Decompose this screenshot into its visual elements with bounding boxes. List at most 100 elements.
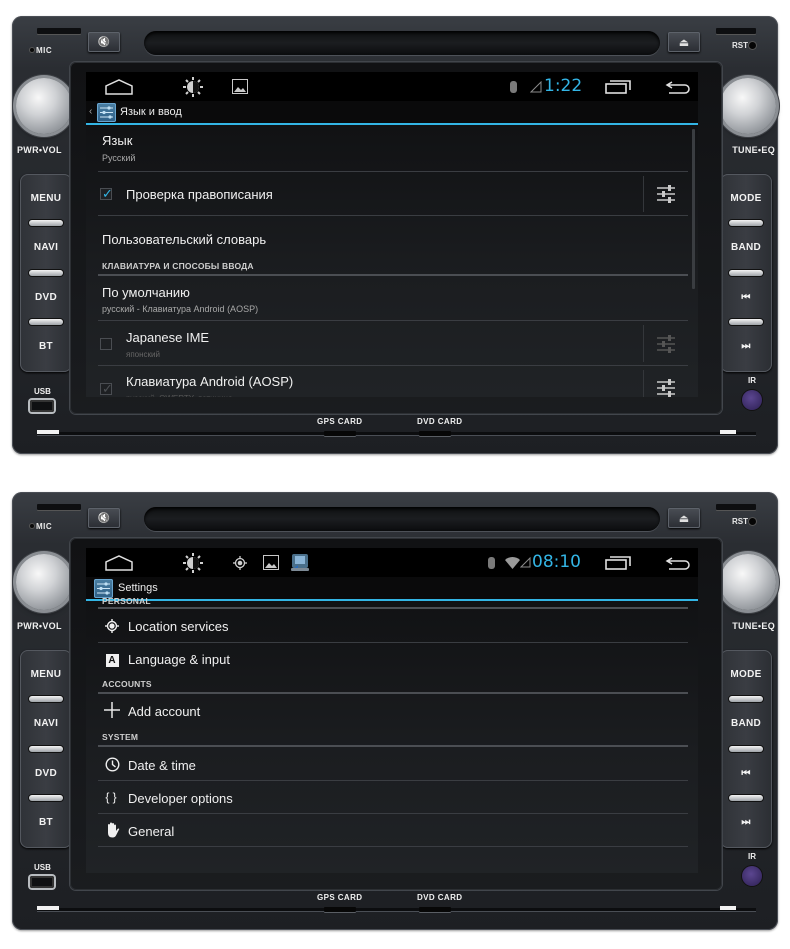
settings-item-language[interactable]: A Language & input [98,643,688,676]
navi-button[interactable]: NAVI [20,223,72,272]
mic-hole [30,524,34,528]
brightness-icon[interactable] [182,76,204,97]
recent-apps-icon[interactable] [604,76,632,97]
mode-button[interactable]: MODE [720,650,772,699]
category-header: PERSONAL [98,596,688,609]
tune-settings-icon[interactable] [656,185,676,203]
aosp-keyboard-checkbox[interactable]: ✓ [100,381,113,396]
knob-label: PWR•VOL [17,145,62,155]
menu-button[interactable]: MENU [20,650,72,699]
eject-button[interactable]: ⏏ [668,508,700,528]
pref-spellcheck[interactable]: ✓ Проверка правописания [98,172,688,216]
tune-eq-knob[interactable] [720,78,776,134]
pref-language[interactable]: Язык Русский [98,127,688,172]
brightness-icon[interactable] [182,552,204,573]
prev-track-button[interactable]: ⏮ [720,749,772,798]
up-chevron-icon[interactable]: ‹ [89,106,92,117]
settings-item-label: Date & time [128,758,196,773]
home-icon[interactable] [104,76,134,97]
pref-title: Клавиатура Android (AOSP) [126,374,294,389]
settings-item-location[interactable]: Location services [98,609,688,643]
slot-glint [37,430,59,434]
settings-item-label: General [128,824,175,839]
japanese-ime-checkbox[interactable] [100,338,112,350]
prev-track-button[interactable]: ⏮ [720,273,772,322]
button-divider [729,746,763,752]
dvd-button[interactable]: DVD [20,273,72,322]
button-divider [729,220,763,226]
bottom-slot [37,908,756,911]
rst-label: RST [732,517,748,526]
button-divider [729,696,763,702]
back-icon[interactable] [664,552,692,573]
divider [643,176,644,212]
bt-button[interactable]: BT [20,322,72,371]
gallery-icon[interactable] [262,552,280,573]
pref-title: Проверка правописания [126,187,273,202]
divider [643,325,644,362]
category-label: ACCOUNTS [102,679,152,689]
mute-icon: 🔇 [97,36,111,48]
pref-default-keyboard[interactable]: По умолчанию русский - Клавиатура Androi… [98,276,688,321]
home-icon[interactable] [104,552,134,573]
eject-button[interactable]: ⏏ [668,32,700,52]
pref-title: Пользовательский словарь [102,232,267,247]
category-label: КЛАВИАТУРА И СПОСОБЫ ВВОДА [102,261,254,271]
reset-button[interactable] [749,42,756,49]
button-divider [729,270,763,276]
settings-item-general[interactable]: General [98,814,688,847]
settings-item-developer[interactable]: { } Developer options [98,781,688,814]
sd-slot [716,504,756,510]
category-header: КЛАВИАТУРА И СПОСОБЫ ВВОДА [98,258,688,276]
dvd-card-label: DVD CARD [417,893,463,902]
android-screen: 1:22 ‹ Язык и ввод Язык Русский ✓ Провер… [86,72,698,397]
band-button[interactable]: BAND [720,699,772,748]
dvd-card-label: DVD CARD [417,417,463,426]
settings-item-add-account[interactable]: Add account [98,694,688,728]
settings-item-date-time[interactable]: Date & time [98,747,688,781]
slot-glint [37,906,59,910]
band-button[interactable]: BAND [720,223,772,272]
usb-port [30,876,54,888]
recent-apps-icon[interactable] [604,552,632,573]
next-track-button[interactable]: ⏭ [720,798,772,847]
button-divider [29,795,63,801]
dvd-button[interactable]: DVD [20,749,72,798]
clock-icon [104,756,120,772]
tune-settings-icon[interactable] [656,335,676,353]
settings-item-label: Language & input [128,652,230,667]
tune-eq-knob[interactable] [720,554,776,610]
igo-navigation-icon[interactable] [289,552,311,573]
pref-japanese-ime[interactable]: Japanese IME японский [98,321,688,366]
spellcheck-checkbox[interactable]: ✓ [100,186,113,201]
power-volume-knob[interactable] [16,78,72,134]
braces-icon: { } [105,790,117,804]
power-volume-knob[interactable] [16,554,72,610]
mode-button[interactable]: MODE [720,174,772,223]
settings-app-icon[interactable] [97,103,116,122]
wifi-icon [504,552,520,573]
button-divider [729,795,763,801]
reset-button[interactable] [749,518,756,525]
hand-icon [104,822,120,838]
next-track-button[interactable]: ⏭ [720,322,772,371]
pref-user-dictionary[interactable]: Пользовательский словарь [98,216,688,258]
tune-settings-icon[interactable] [656,379,676,397]
bt-button[interactable]: BT [20,798,72,847]
mute-button[interactable]: 🔇 [88,508,120,528]
location-icon [104,618,120,634]
scrollbar[interactable] [692,129,695,289]
menu-button[interactable]: MENU [20,174,72,223]
pref-aosp-keyboard[interactable]: ✓ Клавиатура Android (AOSP) русский, QWE… [98,366,688,397]
navi-button[interactable]: NAVI [20,699,72,748]
ir-sensor [742,390,762,410]
gallery-icon[interactable] [231,76,249,97]
back-icon[interactable] [664,76,692,97]
location-icon[interactable] [232,552,248,573]
dvd-card-slot [419,431,451,436]
left-button-panel: MENU NAVI DVD BT [20,174,72,372]
mute-button[interactable]: 🔇 [88,32,120,52]
status-bar: 08:10 [86,548,698,577]
check-icon: ✓ [102,381,113,396]
bottom-slot [37,432,756,435]
